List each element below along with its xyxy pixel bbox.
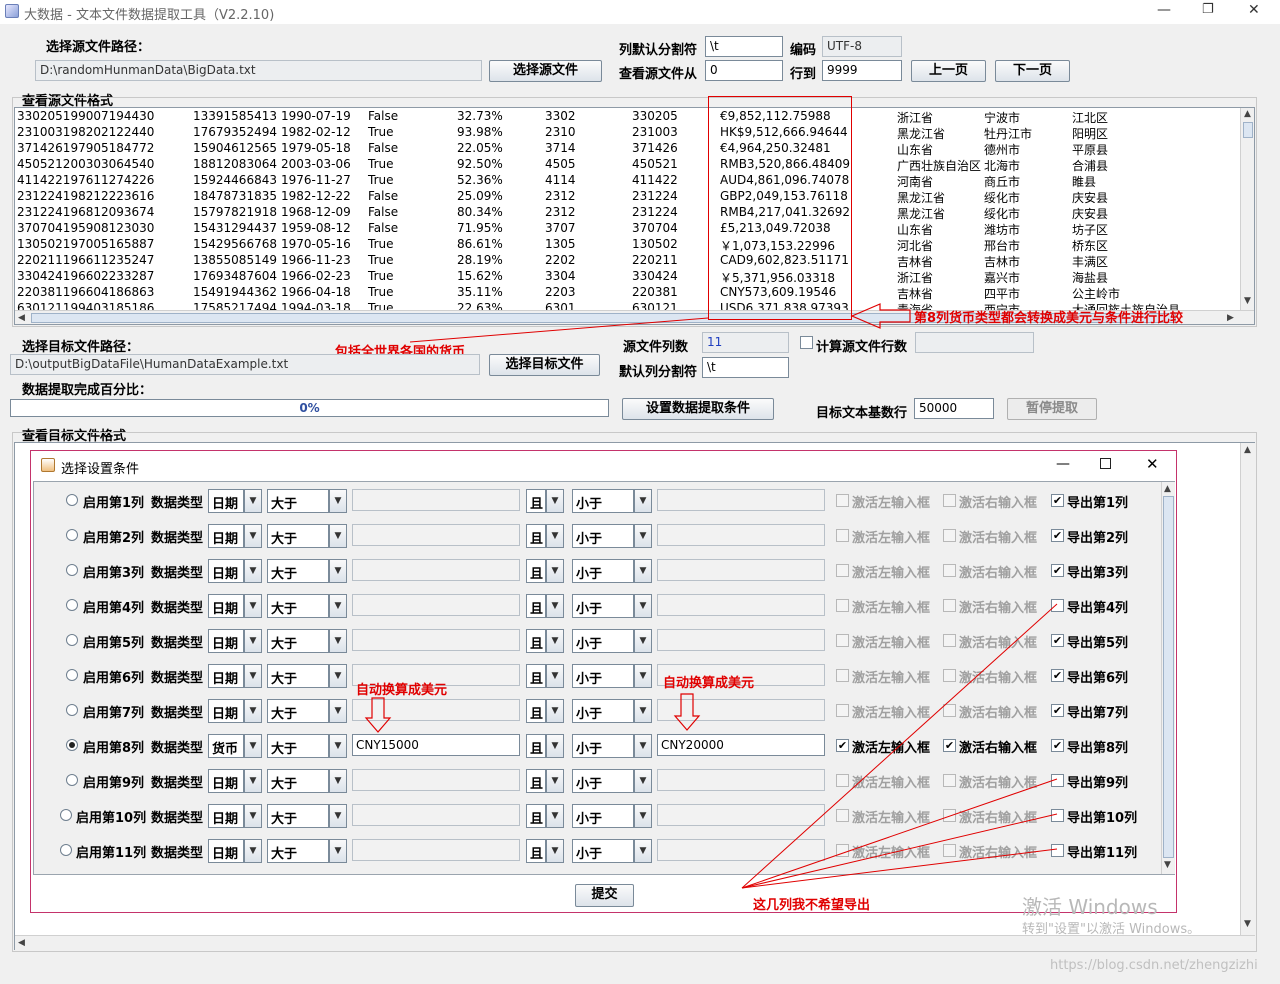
- col8-arrow-icon: [850, 303, 911, 329]
- no-export-line-4: [741, 603, 1058, 889]
- blog-watermark: https://blog.csdn.net/zhengzizhi: [1050, 958, 1258, 973]
- no-export-line-11: [741, 848, 1058, 889]
- annotation-overlay: [364, 303, 1058, 889]
- currency-note-line: [409, 317, 709, 343]
- activate-windows-title: 激活 Windows: [1022, 895, 1158, 919]
- activate-windows-sub: 转到"设置"以激活 Windows。: [1022, 922, 1201, 937]
- no-export-line-10: [741, 813, 1058, 889]
- no-export-line-9: [741, 778, 1058, 889]
- left-down-arrow-icon: [364, 697, 392, 733]
- right-down-arrow-icon: [673, 693, 701, 731]
